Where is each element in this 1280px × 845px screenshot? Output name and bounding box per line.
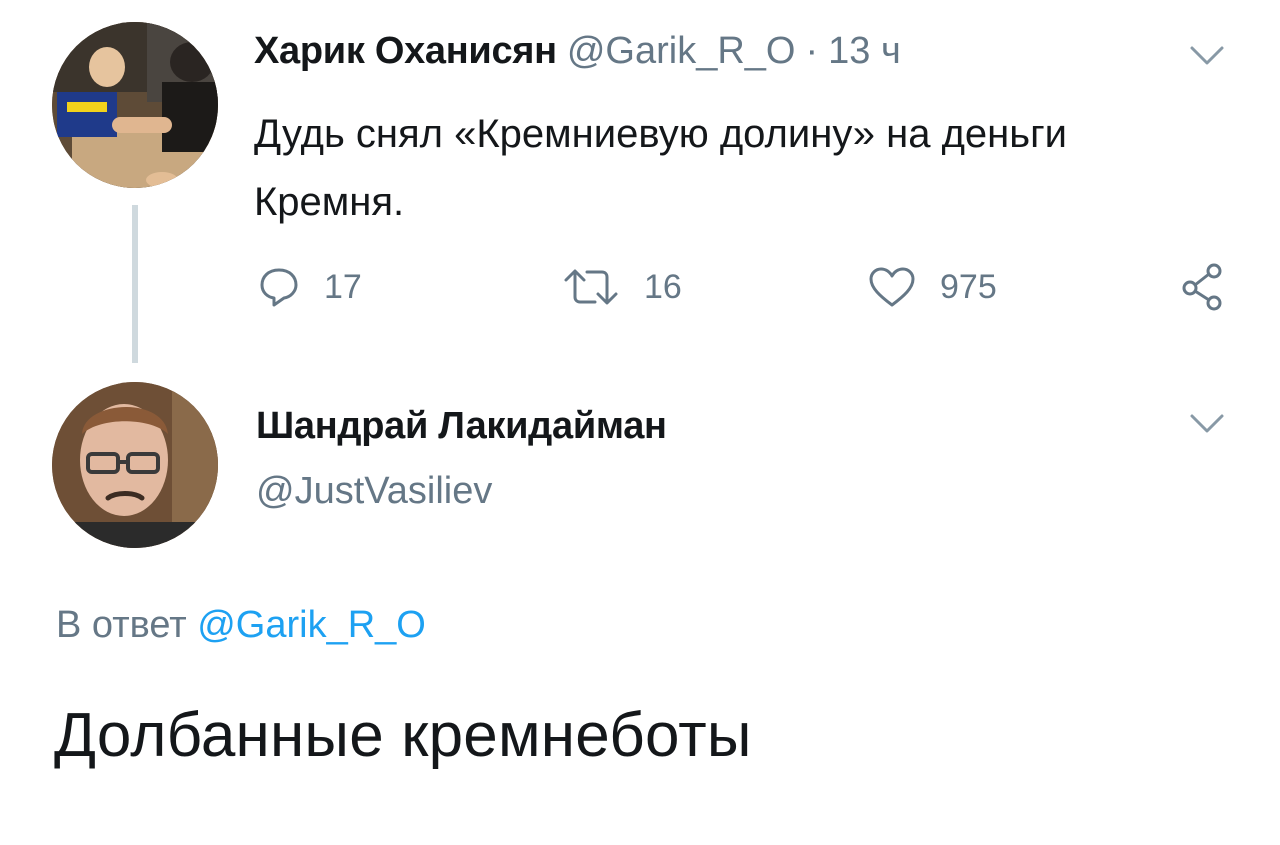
heart-icon [869, 267, 915, 307]
retweet-button[interactable]: 16 [562, 262, 682, 312]
like-button[interactable]: 975 [868, 262, 997, 312]
reply-icon [260, 268, 298, 307]
reply-mention-link[interactable]: @Garik_R_O [197, 604, 426, 646]
avatar[interactable] [52, 382, 218, 548]
reply-prefix: В ответ [56, 604, 187, 646]
reply-count: 17 [324, 267, 362, 306]
retweet-icon [564, 269, 618, 305]
thread-connector-line [132, 205, 138, 363]
author-handle[interactable]: @JustVasiliev [256, 470, 492, 513]
avatar-photo [52, 22, 218, 188]
author-handle[interactable]: @Garik_R_O [567, 30, 796, 72]
share-button[interactable] [1180, 262, 1226, 312]
reply-button[interactable]: 17 [258, 262, 362, 312]
tweet1-header: Харик Оханисян @Garik_R_O · 13 ч [254, 30, 901, 73]
retweet-count: 16 [644, 267, 682, 306]
author-name[interactable]: Шандрай Лакидайман [256, 405, 667, 448]
reply-context: В ответ @Garik_R_O [56, 604, 426, 647]
author-name[interactable]: Харик Оханисян [254, 30, 557, 72]
tweet-text: Дудь снял «Кремниевую долину» на деньги … [254, 112, 1068, 224]
separator-dot: · [805, 30, 819, 72]
chevron-down-icon[interactable] [1189, 44, 1225, 68]
like-count: 975 [940, 267, 997, 306]
chevron-down-icon[interactable] [1189, 412, 1225, 436]
tweet-timestamp[interactable]: 13 ч [828, 30, 901, 72]
tweet-text: Долбанные кремнеботы [54, 701, 752, 770]
avatar[interactable] [52, 22, 218, 188]
share-icon [1182, 263, 1222, 311]
avatar-photo [52, 382, 218, 548]
